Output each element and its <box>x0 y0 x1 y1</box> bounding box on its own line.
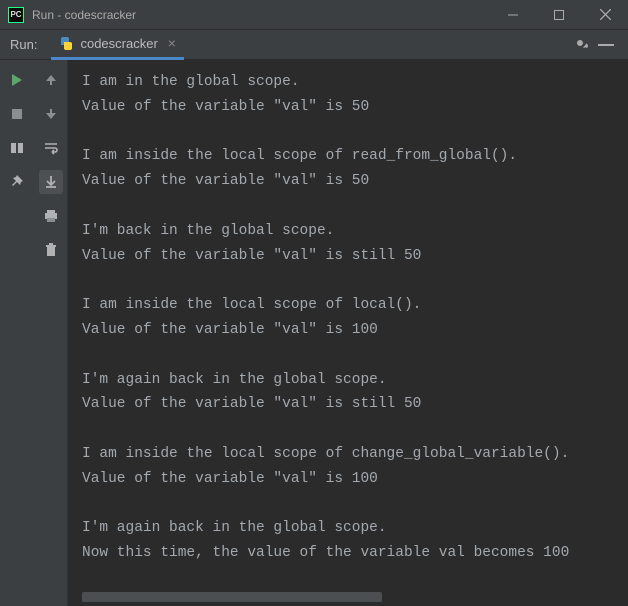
stop-button[interactable] <box>5 102 29 126</box>
settings-button[interactable] <box>572 35 588 54</box>
clear-all-button[interactable] <box>39 238 63 262</box>
horizontal-scrollbar[interactable] <box>82 592 382 602</box>
console-text: I am in the global scope. Value of the v… <box>82 74 569 561</box>
window-minimize-button[interactable] <box>490 0 536 30</box>
scroll-to-end-button[interactable] <box>39 170 63 194</box>
run-left-toolbar <box>0 60 34 606</box>
run-label: Run: <box>10 37 37 52</box>
down-stack-button[interactable] <box>39 102 63 126</box>
tab-close-icon[interactable]: × <box>168 35 176 51</box>
window-maximize-button[interactable] <box>536 0 582 30</box>
run-header: Run: codescracker × <box>0 30 628 60</box>
up-stack-button[interactable] <box>39 68 63 92</box>
tab-label: codescracker <box>80 36 157 51</box>
console-output[interactable]: I am in the global scope. Value of the v… <box>68 60 628 606</box>
app-icon: PC <box>8 7 24 23</box>
pin-button[interactable] <box>5 170 29 194</box>
rerun-button[interactable] <box>5 68 29 92</box>
window-title: Run - codescracker <box>32 8 490 22</box>
run-right-toolbar <box>34 60 68 606</box>
layout-button[interactable] <box>5 136 29 160</box>
window-titlebar: PC Run - codescracker <box>0 0 628 30</box>
print-button[interactable] <box>39 204 63 228</box>
python-icon <box>59 36 74 51</box>
hide-panel-button[interactable] <box>598 44 614 46</box>
tab-codescracker[interactable]: codescracker × <box>51 30 184 60</box>
window-close-button[interactable] <box>582 0 628 30</box>
soft-wrap-button[interactable] <box>39 136 63 160</box>
